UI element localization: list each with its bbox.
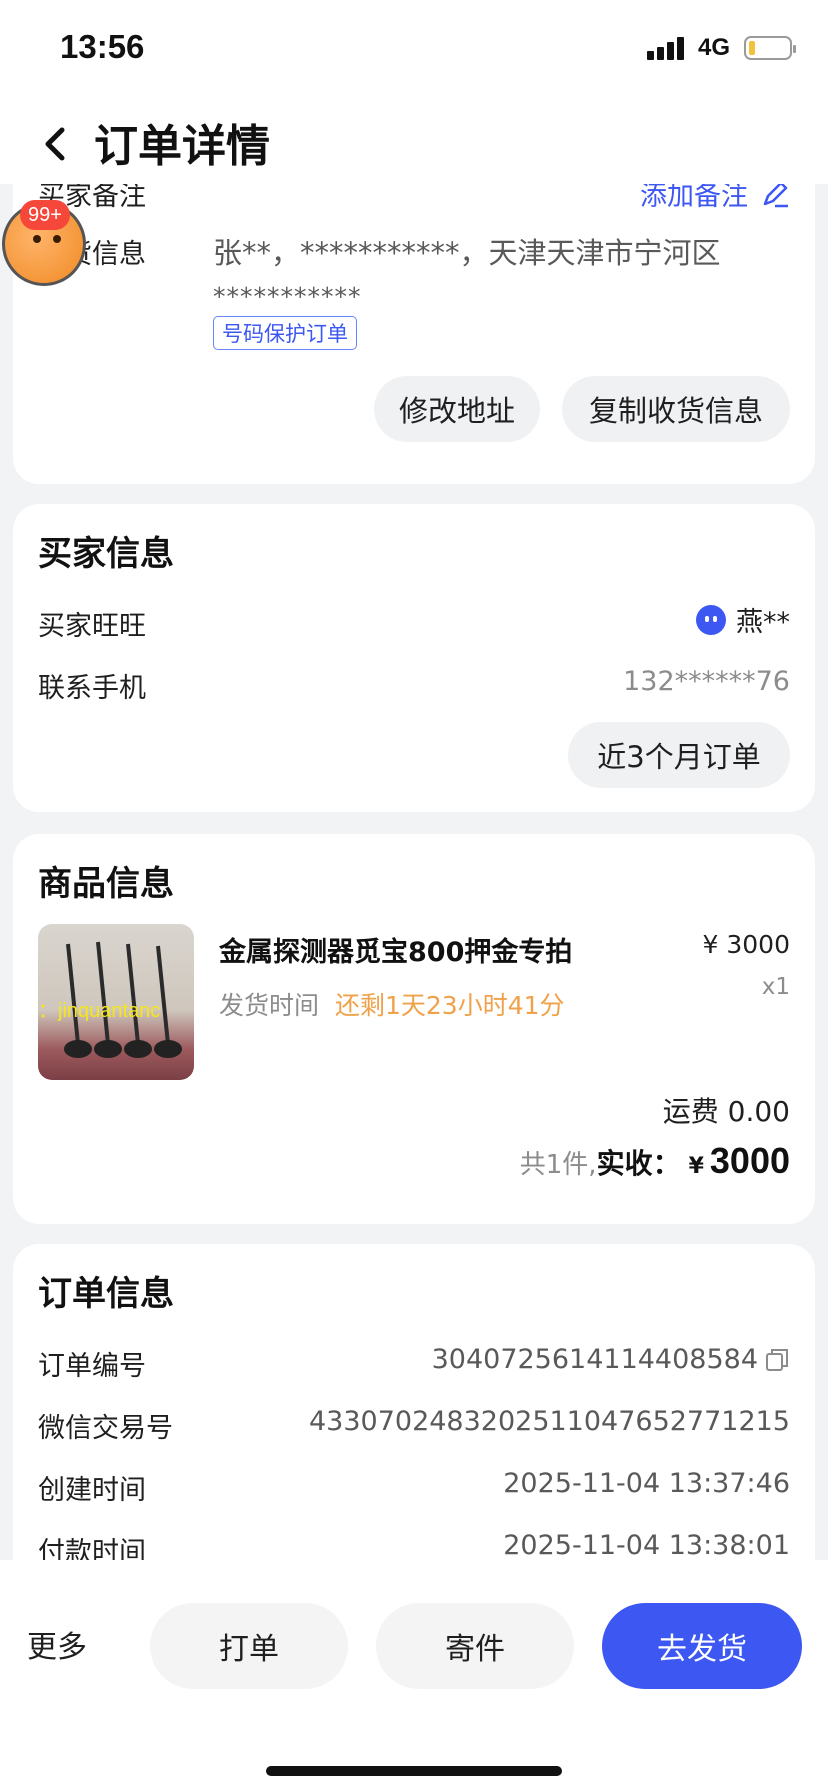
status-icons: 4G <box>646 34 796 62</box>
created-time-label: 创建时间 <box>38 1475 146 1506</box>
received-label: 实收： <box>596 1147 681 1180</box>
phone-value: 132******76 <box>623 666 790 697</box>
home-indicator <box>266 1766 562 1776</box>
wangwang-label: 买家旺旺 <box>38 611 146 642</box>
image-caption: ：jinquantanc <box>38 1000 161 1022</box>
modify-address-button[interactable]: 修改地址 <box>374 376 540 442</box>
product-card-title: 商品信息 <box>38 864 174 904</box>
content-scroll[interactable]: 买家备注 添加备注 收货信息 张**，***********，天津天津市宁河区 … <box>0 184 828 1560</box>
ship-time-label: 发货时间 <box>219 991 320 1020</box>
product-image[interactable]: ：jinquantanc <box>38 924 194 1080</box>
add-note-label: 添加备注 <box>640 184 748 212</box>
product-quantity: x1 <box>761 974 790 1000</box>
product-info-card: 商品信息 ：jinquantanc 金属探测器觅宝800押金专拍 ¥ 3000 … <box>13 834 815 1224</box>
copy-icon <box>766 1348 788 1371</box>
address-card: 买家备注 添加备注 收货信息 张**，***********，天津天津市宁河区 … <box>13 184 815 484</box>
order-number-label: 订单编号 <box>38 1351 146 1382</box>
ship-button[interactable]: 去发货 <box>602 1603 802 1689</box>
wechat-tx-value: 4330702483202511047652771215 <box>309 1406 790 1437</box>
total-count: 共1件, <box>519 1150 597 1180</box>
battery-icon <box>744 36 796 60</box>
privacy-tag: 号码保护订单 <box>213 316 357 350</box>
received-total: 共1件, 实收： ¥ 3000 <box>520 1140 790 1182</box>
signal-icon <box>646 36 684 60</box>
wechat-tx-label: 微信交易号 <box>38 1413 173 1444</box>
order-number-value[interactable]: 3040725614114408584 <box>432 1344 790 1375</box>
network-type: 4G <box>697 34 730 61</box>
received-amount: 3000 <box>709 1140 790 1181</box>
shipping-line2: *********** <box>213 282 362 311</box>
status-time: 13:56 <box>60 28 145 65</box>
bottom-action-bar: 更多 打单 寄件 去发货 <box>0 1560 828 1792</box>
order-card-title: 订单信息 <box>38 1274 174 1314</box>
ship-time-remaining: 还剩1天23小时41分 <box>335 991 565 1020</box>
top-bar: 13:56 4G 订单详情 <box>0 0 828 184</box>
notification-badge: 99+ <box>20 200 70 230</box>
back-arrow-icon[interactable] <box>36 122 76 166</box>
wangwang-icon <box>696 604 726 635</box>
received-currency: ¥ <box>688 1154 704 1179</box>
print-button[interactable]: 打单 <box>150 1603 348 1689</box>
recent-orders-button[interactable]: 近3个月订单 <box>568 722 790 788</box>
assistant-mascot[interactable]: 99+ <box>0 200 88 288</box>
paid-time-label: 付款时间 <box>38 1537 146 1560</box>
wangwang-value[interactable]: 燕** <box>696 600 790 639</box>
created-time-value: 2025-11-04 13:37:46 <box>503 1468 790 1499</box>
buyer-card-title: 买家信息 <box>38 534 174 574</box>
add-note-link[interactable]: 添加备注 <box>640 184 790 213</box>
more-button[interactable]: 更多 <box>27 1622 87 1666</box>
shipping-fee: 运费 0.00 <box>662 1095 790 1128</box>
send-button[interactable]: 寄件 <box>376 1603 574 1689</box>
product-price: ¥ 3000 <box>702 930 790 959</box>
order-info-card: 订单信息 订单编号 3040725614114408584 微信交易号 4330… <box>13 1244 815 1560</box>
paid-time-value: 2025-11-04 13:38:01 <box>503 1530 790 1560</box>
page-title: 订单详情 <box>94 121 270 172</box>
shipping-line1: 张**，***********，天津天津市宁河区 <box>213 236 721 270</box>
product-name[interactable]: 金属探测器觅宝800押金专拍 <box>219 930 572 969</box>
buyer-info-card: 买家信息 买家旺旺 燕** 联系手机 132******76 近3个月订单 <box>13 504 815 812</box>
wangwang-name: 燕** <box>736 607 790 638</box>
order-number: 3040725614114408584 <box>431 1344 758 1375</box>
copy-shipping-button[interactable]: 复制收货信息 <box>562 376 790 442</box>
page-header: 订单详情 <box>0 104 828 184</box>
phone-label: 联系手机 <box>38 673 146 704</box>
edit-icon <box>763 184 788 207</box>
